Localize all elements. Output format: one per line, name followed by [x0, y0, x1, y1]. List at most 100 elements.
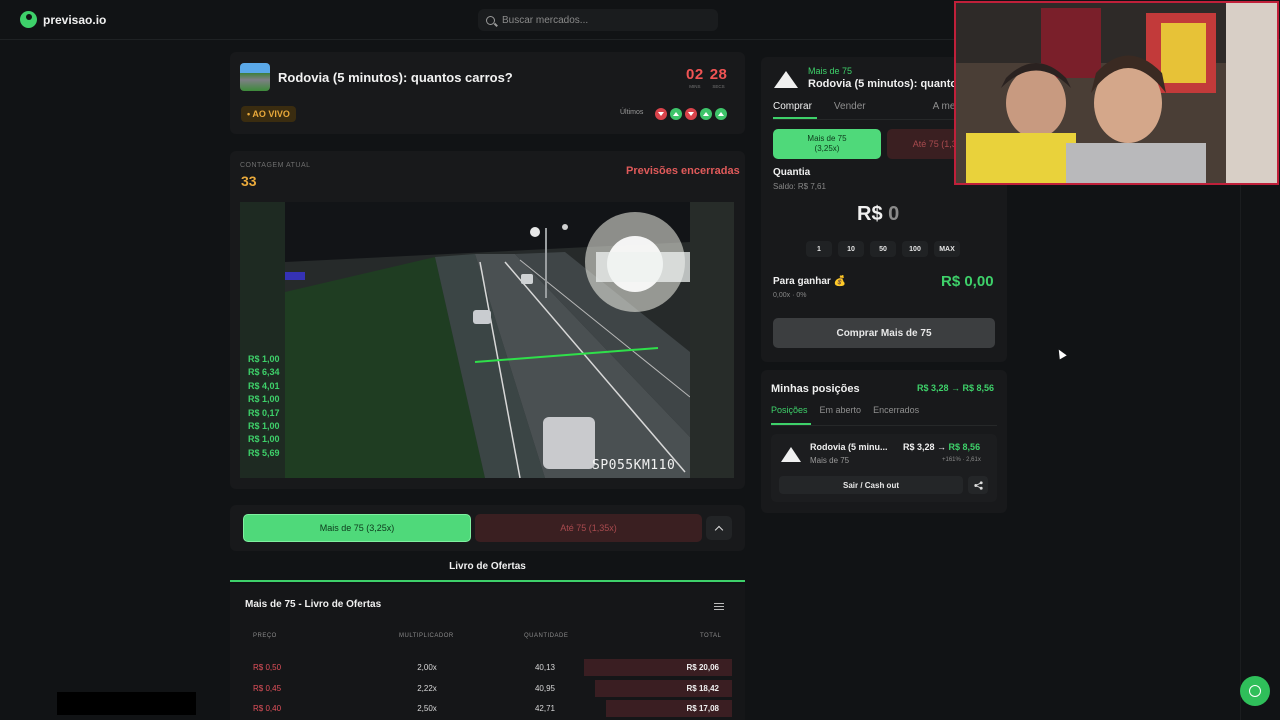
cashout-button[interactable]: Sair / Cash out: [779, 476, 963, 494]
order-multiplier: 2,22x: [417, 684, 437, 693]
quick-amount-button[interactable]: 50: [870, 241, 896, 257]
trade-more-multiplier: (3,25x): [814, 144, 840, 153]
order-total: R$ 20,06: [686, 663, 719, 672]
logo-icon: [20, 11, 37, 28]
search-box[interactable]: [478, 9, 718, 31]
tab-buy[interactable]: Comprar: [773, 101, 812, 112]
logo-text: previsao.io: [43, 12, 107, 27]
countdown-timer: 02 MINS 28 SECS: [686, 66, 727, 89]
last-result-up: [715, 108, 727, 120]
col-total: TOTAL: [700, 633, 722, 639]
order-book-title: Mais de 75 - Livro de Ofertas: [245, 599, 382, 610]
trade-outcome: Mais de 75: [808, 66, 853, 76]
video-blur-right: [690, 202, 734, 478]
market-title: Rodovia (5 minutos): quantos carros?: [278, 70, 513, 85]
timer-minutes-label: MINS: [689, 84, 701, 89]
outcome-more-button[interactable]: Mais de 75 (3,25x): [243, 514, 471, 542]
timer-seconds-label: SECS: [712, 84, 725, 89]
order-quantity: 40,13: [534, 663, 556, 672]
last-result-down: [685, 108, 697, 120]
triangle-down-icon: [688, 112, 694, 116]
share-button[interactable]: [968, 476, 988, 494]
camera-id: SP055KM110: [592, 458, 676, 473]
last-results-label: Últimos: [620, 109, 644, 116]
quantity-label: Quantia: [773, 167, 811, 178]
recent-trade: R$ 1,00: [248, 354, 280, 364]
last-results: [655, 108, 727, 120]
trade-more-button[interactable]: Mais de 75 (3,25x): [773, 129, 881, 159]
col-quantity: QUANTIDADE: [524, 633, 569, 639]
amount-input[interactable]: R$ 0: [857, 203, 899, 226]
mouse-cursor-icon: [1055, 347, 1067, 360]
order-price: R$ 0,50: [253, 663, 282, 672]
last-result-up: [670, 108, 682, 120]
position-change: +161% · 2,61x: [942, 457, 981, 463]
share-icon: [973, 480, 983, 490]
quick-amount-button[interactable]: 1: [806, 241, 832, 257]
col-multiplier: MULTIPLICADOR: [399, 633, 454, 639]
position-name: Rodovia (5 minu...: [810, 442, 888, 452]
position-value-to: R$ 8,56: [948, 442, 981, 452]
chat-button[interactable]: [1240, 676, 1270, 706]
recent-trade: R$ 4,01: [248, 380, 280, 391]
market-thumbnail: [240, 63, 270, 91]
tab-open[interactable]: Em aberto: [820, 405, 862, 415]
order-total: R$ 18,42: [686, 684, 719, 693]
amount-currency: R$: [857, 203, 883, 225]
timer-minutes: 02: [686, 66, 704, 83]
market-header: [230, 52, 745, 134]
chat-icon: [1249, 685, 1261, 697]
gain-label: Para ganhar 💰: [773, 276, 847, 287]
position-value-from: R$ 3,28 →: [903, 442, 947, 452]
order-multiplier: 2,00x: [417, 663, 437, 672]
quick-amount-button[interactable]: 100: [902, 241, 928, 257]
gain-value: R$ 0,00: [941, 273, 994, 290]
tab-sell[interactable]: Vender: [834, 101, 866, 112]
balance: Saldo: R$ 7,61: [773, 182, 826, 191]
tab-order-book[interactable]: Livro de Ofertas: [230, 553, 745, 582]
divider: [771, 425, 997, 426]
position-outcome: Mais de 75: [810, 456, 850, 465]
quick-amount-button[interactable]: MAX: [934, 241, 960, 257]
search-icon: [486, 15, 495, 25]
col-price: PREÇO: [253, 633, 277, 639]
amount-value: 0: [888, 203, 900, 225]
triangle-down-icon: [658, 112, 664, 116]
count-value: 33: [241, 173, 257, 189]
outcome-until-button[interactable]: Até 75 (1,35x): [475, 514, 702, 542]
filter-icon[interactable]: [714, 603, 724, 611]
triangle-up-icon: [718, 112, 724, 116]
gain-multiplier: 0,00x · 0%: [773, 292, 807, 299]
order-quantity: 40,95: [534, 684, 556, 693]
logo[interactable]: previsao.io: [20, 11, 106, 28]
position-value: R$ 3,28 → R$ 8,56: [903, 442, 980, 452]
order-total: R$ 17,08: [686, 704, 719, 713]
order-quantity: 42,71: [534, 704, 556, 713]
quick-amount-button[interactable]: 10: [838, 241, 864, 257]
recent-trade: R$ 1,00: [248, 394, 280, 405]
timer-seconds: 28: [709, 66, 728, 83]
recent-trade: R$ 6,34: [248, 367, 280, 378]
triangle-up-icon: [703, 112, 709, 116]
quick-amounts: 1 10 50 100 MAX: [806, 241, 960, 257]
last-result-down: [655, 108, 667, 120]
tab-positions[interactable]: Posições: [771, 405, 808, 415]
highway-camera-feed: [285, 202, 690, 478]
search-input[interactable]: [502, 14, 702, 26]
order-price: R$ 0,45: [253, 684, 282, 693]
collapse-button[interactable]: [706, 516, 732, 540]
triangle-up-icon: [673, 112, 679, 116]
tab-closed[interactable]: Encerrados: [873, 405, 919, 415]
triangle-up-icon: [774, 71, 798, 88]
chevron-up-icon: [714, 525, 724, 534]
order-price: R$ 0,40: [253, 704, 282, 713]
recent-trade: R$ 1,00: [248, 434, 280, 445]
buy-button[interactable]: Comprar Mais de 75: [773, 318, 995, 348]
live-badge: • AO VIVO: [241, 106, 296, 122]
redacted-area: [57, 692, 196, 715]
count-label: CONTAGEM ATUAL: [240, 162, 311, 169]
triangle-up-icon: [781, 447, 801, 462]
trade-more-label: Mais de 75: [807, 134, 847, 143]
positions-pnl: R$ 3,28 → R$ 8,56: [917, 383, 995, 393]
recent-trade: R$ 0,17: [248, 407, 280, 418]
